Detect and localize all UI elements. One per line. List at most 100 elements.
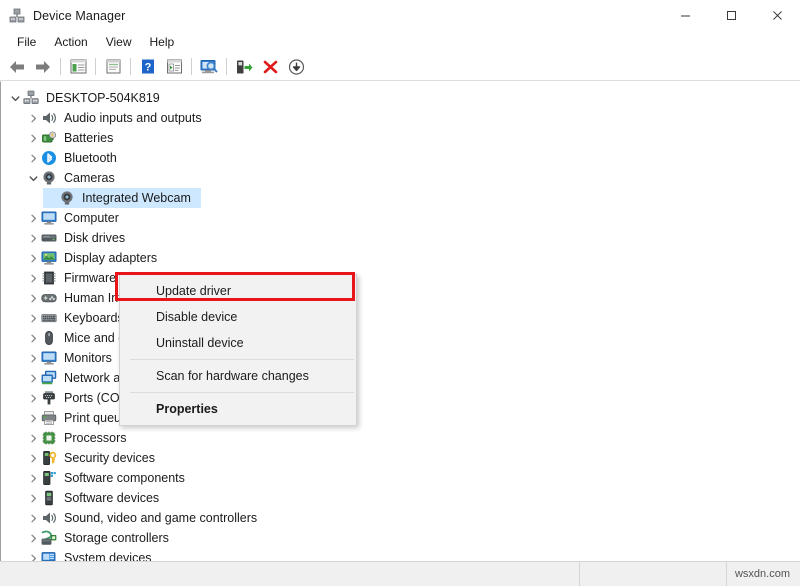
tree-item-label: Monitors bbox=[64, 351, 118, 365]
show-hide-console-tree-icon[interactable] bbox=[66, 55, 90, 78]
tree-row-content[interactable]: Software components bbox=[25, 468, 195, 488]
tree-item[interactable]: Display adapters bbox=[1, 248, 800, 268]
tree-item[interactable]: Integrated Webcam bbox=[1, 188, 800, 208]
context-menu-item[interactable]: Scan for hardware changes bbox=[120, 363, 356, 389]
window-title: Device Manager bbox=[33, 9, 125, 23]
maximize-icon[interactable] bbox=[708, 0, 754, 31]
tree-row-content[interactable]: Firmware bbox=[25, 268, 126, 288]
tree-item[interactable]: Cameras bbox=[1, 168, 800, 188]
chevron-right-icon[interactable] bbox=[25, 328, 41, 348]
tree-item-label: Disk drives bbox=[64, 231, 131, 245]
chevron-right-icon[interactable] bbox=[25, 148, 41, 168]
chevron-right-icon[interactable] bbox=[25, 248, 41, 268]
minimize-icon[interactable] bbox=[662, 0, 708, 31]
chevron-right-icon[interactable] bbox=[25, 288, 41, 308]
chevron-right-icon[interactable] bbox=[25, 208, 41, 228]
context-menu-item[interactable]: Properties bbox=[120, 396, 356, 422]
tree-item[interactable]: Security devices bbox=[1, 448, 800, 468]
properties-icon[interactable] bbox=[101, 55, 125, 78]
tree-item[interactable]: Disk drives bbox=[1, 228, 800, 248]
tree-row-content[interactable]: Batteries bbox=[25, 128, 123, 148]
chevron-right-icon[interactable] bbox=[25, 408, 41, 428]
menu-help[interactable]: Help bbox=[141, 32, 184, 52]
tree-item[interactable]: Batteries bbox=[1, 128, 800, 148]
tree-item[interactable]: Processors bbox=[1, 428, 800, 448]
menu-action[interactable]: Action bbox=[45, 32, 96, 52]
title-bar: Device Manager bbox=[0, 0, 800, 31]
tree-row-content[interactable]: DESKTOP-504K819 bbox=[7, 88, 170, 108]
chevron-down-icon[interactable] bbox=[7, 88, 23, 108]
tree-item[interactable]: Storage controllers bbox=[1, 528, 800, 548]
forward-icon[interactable] bbox=[31, 55, 55, 78]
tree-row-content[interactable]: Integrated Webcam bbox=[43, 188, 201, 208]
chevron-right-icon[interactable] bbox=[25, 528, 41, 548]
tree-row-content[interactable]: Disk drives bbox=[25, 228, 135, 248]
tree-row-content[interactable]: Audio inputs and outputs bbox=[25, 108, 212, 128]
install-legacy-hardware-icon[interactable] bbox=[284, 55, 308, 78]
tree-row-content[interactable]: Software devices bbox=[25, 488, 169, 508]
tree-row-content[interactable]: Keyboards bbox=[25, 308, 134, 328]
tree-row-content[interactable]: Display adapters bbox=[25, 248, 167, 268]
status-pane-middle bbox=[580, 562, 727, 586]
chevron-right-icon[interactable] bbox=[25, 348, 41, 368]
chevron-right-icon[interactable] bbox=[25, 508, 41, 528]
chevron-right-icon[interactable] bbox=[25, 128, 41, 148]
tree-item-label: Computer bbox=[64, 211, 125, 225]
software-device-icon bbox=[41, 490, 57, 506]
tree-row-content[interactable]: Sound, video and game controllers bbox=[25, 508, 267, 528]
context-menu-item[interactable]: Update driver bbox=[120, 278, 356, 304]
camera-icon bbox=[59, 190, 75, 206]
tree-item[interactable]: Computer bbox=[1, 208, 800, 228]
firmware-chip-icon bbox=[41, 270, 57, 286]
tree-item[interactable]: Software devices bbox=[1, 488, 800, 508]
context-menu[interactable]: Update driverDisable deviceUninstall dev… bbox=[119, 274, 357, 426]
tree-item-label: Bluetooth bbox=[64, 151, 123, 165]
chevron-right-icon[interactable] bbox=[25, 448, 41, 468]
chevron-right-icon[interactable] bbox=[25, 468, 41, 488]
tree-item[interactable]: Software components bbox=[1, 468, 800, 488]
help-icon[interactable]: ? bbox=[136, 55, 160, 78]
port-icon bbox=[41, 390, 57, 406]
tree-item[interactable]: System devices bbox=[1, 548, 800, 561]
context-menu-item[interactable]: Disable device bbox=[120, 304, 356, 330]
svg-text:?: ? bbox=[145, 62, 152, 74]
update-driver-icon[interactable] bbox=[162, 55, 186, 78]
chevron-right-icon[interactable] bbox=[25, 488, 41, 508]
tree-item-label: Processors bbox=[64, 431, 133, 445]
chevron-right-icon[interactable] bbox=[25, 228, 41, 248]
tree-row-content[interactable]: Monitors bbox=[25, 348, 122, 368]
chevron-right-icon[interactable] bbox=[25, 388, 41, 408]
chevron-right-icon[interactable] bbox=[25, 368, 41, 388]
tree-item[interactable]: Sound, video and game controllers bbox=[1, 508, 800, 528]
context-menu-separator bbox=[130, 359, 354, 360]
keyboard-icon bbox=[41, 310, 57, 326]
tree-item[interactable]: Bluetooth bbox=[1, 148, 800, 168]
chevron-right-icon[interactable] bbox=[25, 428, 41, 448]
disk-drive-icon bbox=[41, 230, 57, 246]
uninstall-device-icon[interactable] bbox=[258, 55, 282, 78]
chevron-down-icon[interactable] bbox=[25, 168, 41, 188]
chevron-right-icon[interactable] bbox=[25, 308, 41, 328]
chevron-right-icon[interactable] bbox=[25, 268, 41, 288]
menu-file[interactable]: File bbox=[8, 32, 45, 52]
tree-row-content[interactable]: Storage controllers bbox=[25, 528, 179, 548]
chevron-right-icon[interactable] bbox=[25, 108, 41, 128]
close-icon[interactable] bbox=[754, 0, 800, 31]
scan-for-hardware-changes-icon[interactable] bbox=[197, 55, 221, 78]
tree-row-content[interactable]: Computer bbox=[25, 208, 129, 228]
tree-item[interactable]: Audio inputs and outputs bbox=[1, 108, 800, 128]
camera-icon bbox=[41, 170, 57, 186]
menu-view[interactable]: View bbox=[97, 32, 141, 52]
enable-device-icon[interactable] bbox=[232, 55, 256, 78]
tree-row-content[interactable]: System devices bbox=[25, 548, 162, 561]
monitor-icon bbox=[41, 350, 57, 366]
tree-root-node[interactable]: DESKTOP-504K819 bbox=[1, 88, 800, 108]
context-menu-item[interactable]: Uninstall device bbox=[120, 330, 356, 356]
chevron-right-icon[interactable] bbox=[25, 548, 41, 561]
tree-row-content[interactable]: Security devices bbox=[25, 448, 165, 468]
tree-row-content[interactable]: Cameras bbox=[25, 168, 125, 188]
tree-row-content[interactable]: Processors bbox=[25, 428, 137, 448]
bluetooth-icon bbox=[41, 150, 57, 166]
tree-row-content[interactable]: Bluetooth bbox=[25, 148, 127, 168]
back-icon[interactable] bbox=[5, 55, 29, 78]
